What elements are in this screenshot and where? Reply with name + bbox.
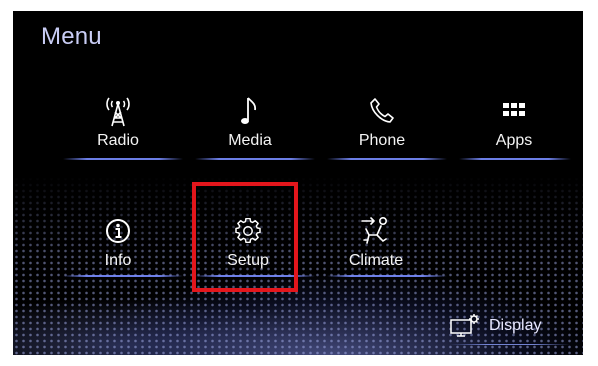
- display-settings-icon: [449, 313, 481, 344]
- row-divider: [195, 158, 315, 160]
- row-divider: [459, 158, 571, 160]
- infotainment-screen: Menu Radio Media Phone Apps Info Setup C…: [13, 11, 583, 355]
- menu-item-climate[interactable]: Climate: [326, 207, 426, 279]
- display-divider: [450, 344, 570, 345]
- menu-item-label: Media: [228, 132, 272, 149]
- climate-seat-icon: [326, 213, 426, 249]
- music-note-icon: [200, 93, 300, 129]
- display-button[interactable]: Display: [449, 309, 579, 343]
- menu-item-label: Info: [104, 252, 132, 269]
- apps-grid-icon: [464, 93, 564, 129]
- menu-item-media[interactable]: Media: [200, 87, 300, 159]
- row-divider: [327, 275, 447, 277]
- menu-item-radio[interactable]: Radio: [68, 87, 168, 159]
- menu-item-info[interactable]: Info: [68, 207, 168, 279]
- menu-item-phone[interactable]: Phone: [332, 87, 432, 159]
- menu-item-label: Radio: [97, 132, 139, 149]
- phone-icon: [332, 93, 432, 129]
- menu-item-apps[interactable]: Apps: [464, 87, 564, 159]
- menu-item-label: Phone: [358, 132, 406, 149]
- setup-highlight-box: [192, 182, 298, 292]
- row-divider: [63, 158, 183, 160]
- menu-item-label: Apps: [495, 132, 533, 149]
- display-button-label: Display: [489, 317, 542, 334]
- page-title: Menu: [41, 23, 102, 50]
- radio-tower-icon: [68, 93, 168, 129]
- menu-item-label: Climate: [348, 252, 404, 269]
- row-divider: [63, 275, 183, 277]
- row-divider: [327, 158, 447, 160]
- info-icon: [68, 213, 168, 249]
